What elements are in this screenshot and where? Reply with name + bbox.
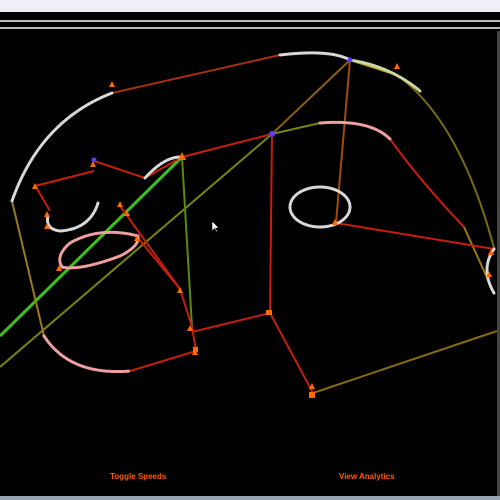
link-left-mid5 [137,237,181,290]
track-curves [10,51,496,374]
link-center-bottom-left [191,312,271,333]
view-analytics-button[interactable]: View Analytics [339,472,395,481]
link-center-bottom-right [269,312,314,394]
curve-top-arc [278,51,352,62]
curve-left-hook [46,201,100,233]
link-center-vertical [269,133,273,314]
divider-bottom [0,27,500,29]
link-right-curve-olive [396,74,495,249]
curve-center-oval [288,185,352,229]
link-oval-right [335,222,495,250]
node-square [309,392,315,398]
title-bar [0,0,500,12]
node-square [193,347,198,352]
track-nodes[interactable] [32,63,494,398]
junction-marker [91,157,97,163]
toggle-speeds-button[interactable]: Toggle Speeds [110,472,166,481]
curve-outer-top [10,91,114,203]
link-left-mid1 [34,170,95,187]
junction-marker [269,131,275,137]
mouse-pointer-icon [212,221,220,233]
link-left-mid2 [93,160,146,179]
link-left-lower [129,350,197,372]
node-square [266,310,272,315]
curve-right-small [485,247,496,295]
curve-bottom-left [42,334,132,374]
node-marker [109,81,115,87]
link-left-outer [11,200,45,337]
link-outer-left-red [111,54,281,94]
window-frame-bottom [0,496,500,500]
link-bottom-right [312,330,498,394]
node-marker [44,211,50,217]
link-green-diagonal [0,155,184,338]
link-left-mid4 [119,205,193,328]
junction-marker [347,57,353,63]
divider-top [0,20,500,22]
link-left-mid6 [35,186,51,212]
track-network-graph[interactable] [0,31,500,500]
link-olive-diagonal [0,133,273,368]
track-map-viewport[interactable] [0,31,500,500]
node-marker [394,63,400,69]
node-marker [117,201,123,207]
link-mid-arc-red [389,138,465,228]
track-links [0,54,498,394]
curve-mid-arc [318,120,392,141]
